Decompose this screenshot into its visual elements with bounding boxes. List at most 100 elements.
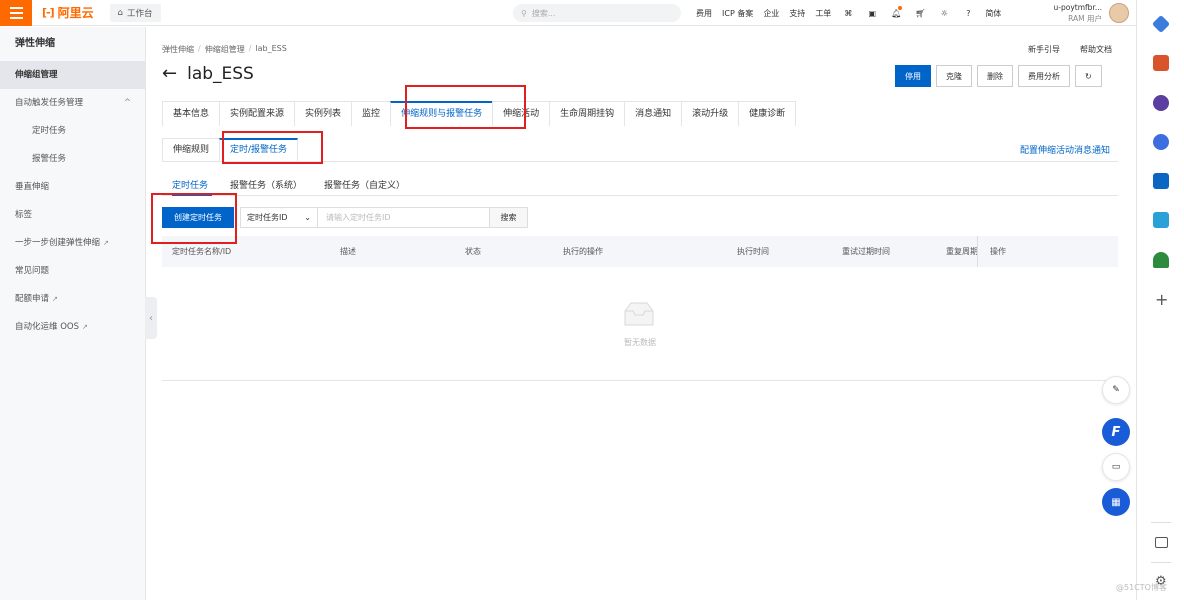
outlook-icon[interactable] [1153, 173, 1169, 189]
column-header: 操作 [990, 247, 1006, 256]
aliyun-logo[interactable]: [-] 阿里云 [42, 4, 94, 21]
column-header: 执行时间 [737, 247, 769, 256]
nav-support[interactable]: 支持 [789, 8, 805, 19]
nav-icp[interactable]: ICP 备案 [722, 8, 753, 19]
help-docs-link[interactable]: 帮助文档 [1080, 44, 1112, 55]
lightbulb-icon[interactable]: ☼ [937, 6, 951, 20]
tab-system-alarm-tasks[interactable]: 报警任务（系统） [230, 178, 302, 191]
header-actions: 停用 克隆 删除 费用分析 ↻ [895, 65, 1102, 87]
sidebar-item-label: 报警任务 [32, 154, 67, 164]
disable-button[interactable]: 停用 [895, 65, 931, 87]
sidebar-title: 弹性伸缩 [15, 38, 55, 49]
sidebar-item-faq[interactable]: 常见问题 [0, 257, 145, 285]
sidebar-item-vertical-scaling[interactable]: 垂直伸缩 [0, 173, 145, 201]
sidebar-item-auto-tasks[interactable]: 自动触发任务管理 ^ [0, 89, 145, 117]
sidebar-item-scheduled-tasks[interactable]: 定时任务 [0, 117, 145, 145]
clone-button[interactable]: 克隆 [936, 65, 972, 87]
breadcrumb-item: lab_ESS [255, 44, 287, 53]
global-search-input[interactable]: ⚲ 搜索... [513, 4, 681, 22]
search-placeholder: 搜索... [531, 8, 556, 18]
apps-button[interactable]: ▦ [1102, 488, 1130, 516]
toolbox-icon[interactable] [1153, 55, 1169, 71]
tab-health-diagnosis[interactable]: 健康诊断 [738, 101, 797, 126]
copilot-icon[interactable] [1153, 134, 1169, 150]
sidebar-item-oos[interactable]: 自动化运维 OOS ↗ [0, 313, 145, 341]
empty-text: 暂无数据 [624, 338, 656, 347]
collapse-sidebar-button[interactable]: ‹ [145, 297, 157, 339]
column-header: 状态 [465, 247, 481, 256]
tag-icon[interactable] [1151, 14, 1171, 34]
sidebar-item-label: 伸缩组管理 [15, 70, 58, 80]
pencil-icon: ✎ [1112, 385, 1120, 395]
user-role: RAM 用户 [1068, 14, 1102, 23]
tab-monitoring[interactable]: 监控 [351, 101, 392, 126]
sidebar-item-step-by-step[interactable]: 一步一步创建弹性伸缩 ↗ [0, 229, 145, 257]
sidebar-item-tags[interactable]: 标签 [0, 201, 145, 229]
sidebar-toggle-icon[interactable] [1155, 537, 1168, 548]
cart-icon[interactable]: 🛒︎ [913, 6, 927, 20]
delete-button[interactable]: 删除 [977, 65, 1013, 87]
divider [1151, 522, 1171, 523]
user-name: u-poytmfbr... [1053, 3, 1102, 12]
workbench-label: 工作台 [127, 8, 153, 19]
sidebar-item-scaling-groups[interactable]: 伸缩组管理 [0, 61, 145, 89]
tab-custom-alarm-tasks[interactable]: 报警任务（自定义） [324, 178, 405, 191]
filter-field-select[interactable]: 定时任务ID ⌄ [240, 207, 318, 228]
user-chess-icon[interactable] [1153, 95, 1169, 111]
assistant-button[interactable]: F [1102, 418, 1130, 446]
workbench-button[interactable]: ⌂ 工作台 [109, 3, 161, 22]
add-icon[interactable]: + [1155, 290, 1168, 309]
cost-analysis-button[interactable]: 费用分析 [1018, 65, 1070, 87]
menu-icon[interactable] [0, 0, 32, 26]
tab-instance-list[interactable]: 实例列表 [294, 101, 353, 126]
tab-notifications[interactable]: 消息通知 [624, 101, 683, 126]
breadcrumb-separator: / [198, 44, 201, 53]
edit-feedback-button[interactable]: ✎ [1102, 376, 1130, 404]
search-icon: ⚲ [521, 8, 527, 18]
chat-button[interactable]: ▭ [1102, 453, 1130, 481]
chat-icon: ▭ [1111, 462, 1121, 472]
breadcrumb: 弹性伸缩 / 伸缩组管理 / lab_ESS [162, 44, 287, 55]
refresh-icon[interactable]: ↻ [1075, 65, 1102, 87]
chevron-down-icon: ⌄ [304, 213, 311, 222]
sidebar-item-label: 定时任务 [32, 126, 67, 136]
page-title-text: lab_ESS [187, 64, 254, 84]
tab-instance-config[interactable]: 实例配置来源 [219, 101, 296, 126]
table-header: 定时任务名称/ID 描述 状态 执行的操作 执行时间 重试过期时间 重复周期 操… [162, 236, 1118, 267]
help-icon[interactable]: ? [961, 6, 975, 20]
user-info[interactable]: u-poytmfbr... RAM 用户 [1046, 2, 1102, 24]
sidebar-item-label: 标签 [15, 210, 33, 220]
tab-scheduled-tasks[interactable]: 定时任务 [172, 178, 208, 191]
task-tabs: 定时任务 报警任务（系统） 报警任务（自定义） [172, 178, 405, 191]
send-icon[interactable] [1153, 212, 1169, 228]
assistant-logo-icon: F [1111, 424, 1121, 440]
sidebar-item-label: 垂直伸缩 [15, 182, 50, 192]
sidebar-item-label: 自动触发任务管理 [15, 98, 84, 108]
tab-scaling-rules[interactable]: 伸缩规则 [162, 138, 221, 162]
brand-name: 阿里云 [57, 6, 94, 20]
breadcrumb-item[interactable]: 伸缩组管理 [205, 44, 245, 55]
breadcrumb-item[interactable]: 弹性伸缩 [162, 44, 194, 55]
config-notification-link[interactable]: 配置伸缩活动消息通知 [1020, 143, 1110, 156]
back-arrow-icon[interactable]: ← [162, 65, 177, 83]
terminal-icon[interactable]: ⌘ [841, 6, 855, 20]
nav-billing[interactable]: 费用 [696, 8, 712, 19]
empty-inbox-icon [624, 302, 654, 326]
watermark: @51CTO博客 [1116, 583, 1167, 592]
nav-ticket[interactable]: 工单 [815, 8, 831, 19]
image-icon[interactable]: ▣ [865, 6, 879, 20]
tab-basic-info[interactable]: 基本信息 [162, 101, 221, 126]
bell-icon[interactable]: 🔔︎ [889, 6, 903, 20]
nav-enterprise[interactable]: 企业 [763, 8, 779, 19]
tab-lifecycle-hooks[interactable]: 生命周期挂钩 [549, 101, 626, 126]
tree-icon[interactable] [1153, 252, 1169, 268]
avatar[interactable] [1109, 3, 1129, 23]
task-id-search-input[interactable]: 请输入定时任务ID [318, 207, 490, 228]
search-button[interactable]: 搜索 [490, 207, 528, 228]
tab-rolling-update[interactable]: 滚动升级 [681, 101, 740, 126]
language-switch[interactable]: 简体 [985, 8, 1001, 19]
column-divider [977, 236, 978, 267]
sidebar-item-quota[interactable]: 配额申请 ↗ [0, 285, 145, 313]
guide-link[interactable]: 新手引导 [1028, 44, 1060, 55]
sidebar-item-alarm-tasks[interactable]: 报警任务 [0, 145, 145, 173]
